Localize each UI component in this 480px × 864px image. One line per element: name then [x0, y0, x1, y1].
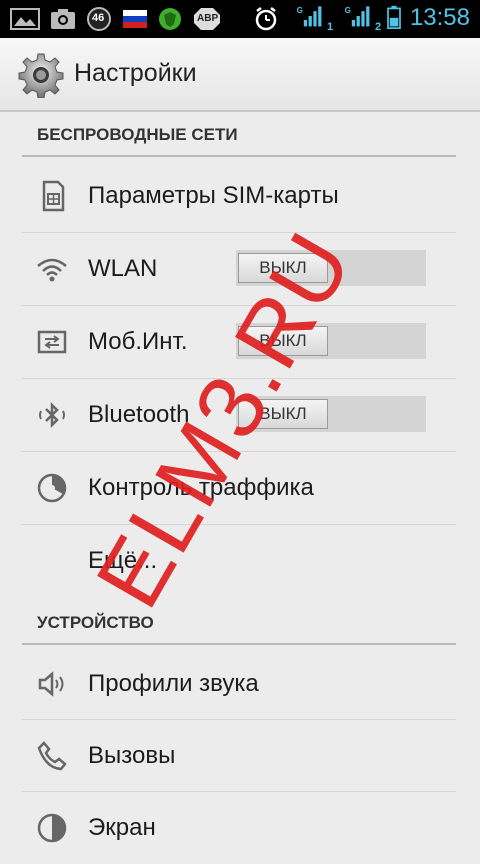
- camera-icon: [51, 9, 75, 29]
- shield-app-icon: [159, 8, 181, 30]
- wifi-icon: [37, 258, 67, 282]
- list-item-label: Ещё...: [88, 547, 158, 574]
- svg-text:G: G: [345, 6, 351, 15]
- sim1-index: 1: [327, 21, 334, 33]
- clock: 13:58: [409, 4, 470, 31]
- sim-card-icon: [42, 180, 65, 212]
- signal-sim2-icon: G: [345, 6, 370, 27]
- page-title: Настройки: [74, 59, 197, 87]
- section-divider: [22, 155, 456, 157]
- list-item-display[interactable]: Экран: [0, 792, 480, 864]
- list-item-calls[interactable]: Вызовы: [0, 720, 480, 792]
- sim2-index: 2: [375, 21, 382, 33]
- phone-icon: [37, 741, 67, 771]
- list-item-label: Моб.Инт.: [88, 328, 188, 355]
- mobile-data-toggle[interactable]: ВЫКЛ: [236, 323, 426, 359]
- list-item-label: Bluetooth: [88, 401, 190, 428]
- signal-sim1-icon: G: [297, 6, 322, 27]
- list-item-sim-settings[interactable]: Параметры SIM-карты: [0, 160, 480, 232]
- bluetooth-icon: [39, 401, 65, 429]
- section-header-wireless: БЕСПРОВОДНЫЕ СЕТИ: [37, 125, 238, 144]
- list-item-data-usage[interactable]: Контроль траффика: [0, 452, 480, 524]
- abp-badge: ABP: [197, 13, 219, 24]
- list-item-sound-profiles[interactable]: Профили звука: [0, 648, 480, 720]
- toggle-off-label: ВЫКЛ: [238, 326, 328, 356]
- list-item-label: Параметры SIM-карты: [88, 182, 339, 209]
- list-item-more[interactable]: Ещё...: [0, 525, 480, 597]
- list-item-label: WLAN: [88, 255, 158, 282]
- alarm-icon: [255, 7, 277, 31]
- section-divider: [22, 643, 456, 645]
- toggle-off-label: ВЫКЛ: [238, 253, 328, 283]
- gallery-icon: [10, 8, 40, 30]
- bluetooth-toggle[interactable]: ВЫКЛ: [236, 396, 426, 432]
- svg-text:G: G: [297, 6, 303, 15]
- section-header-device: УСТРОЙСТВО: [37, 613, 154, 632]
- action-bar: Настройки: [0, 38, 480, 112]
- data-transfer-icon: [37, 330, 67, 354]
- list-item-label: Профили звука: [88, 670, 259, 697]
- wlan-toggle[interactable]: ВЫКЛ: [236, 250, 426, 286]
- list-item-label: Вызовы: [88, 742, 176, 769]
- list-item-mobile-data[interactable]: Моб.Инт. ВЫКЛ: [0, 306, 480, 378]
- data-usage-icon: [37, 473, 67, 503]
- toggle-off-label: ВЫКЛ: [238, 399, 328, 429]
- list-item-wlan[interactable]: WLAN ВЫКЛ: [0, 233, 480, 305]
- list-item-label: Контроль траффика: [88, 474, 314, 501]
- battery-icon: [387, 5, 401, 29]
- settings-gear-icon[interactable]: [18, 52, 64, 98]
- display-brightness-icon: [37, 813, 67, 843]
- speaker-icon: [38, 671, 64, 697]
- status-bar: 46 ABP G 1 G 2 13:58: [0, 0, 480, 38]
- russian-flag-icon: [123, 10, 147, 28]
- network-badge: 46: [92, 12, 105, 24]
- list-item-bluetooth[interactable]: Bluetooth ВЫКЛ: [0, 379, 480, 451]
- list-item-label: Экран: [88, 814, 156, 841]
